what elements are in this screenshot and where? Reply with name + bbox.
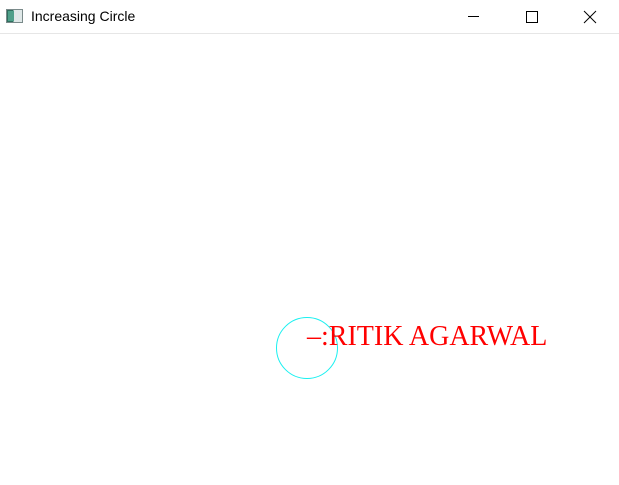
close-button[interactable] (566, 0, 612, 33)
title-bar[interactable]: Increasing Circle (0, 0, 619, 34)
app-window-icon (6, 9, 23, 23)
author-caption: –:RITIK AGARWAL (307, 321, 548, 352)
maximize-icon (526, 11, 538, 23)
minimize-button[interactable] (451, 0, 497, 33)
window-title: Increasing Circle (31, 8, 136, 24)
close-icon (583, 10, 597, 24)
drawing-canvas[interactable]: –:RITIK AGARWAL (0, 35, 619, 485)
app-window: Increasing Circle –:RITIK AGARWAL (0, 0, 619, 485)
minimize-icon (468, 16, 479, 17)
maximize-button[interactable] (509, 0, 555, 33)
